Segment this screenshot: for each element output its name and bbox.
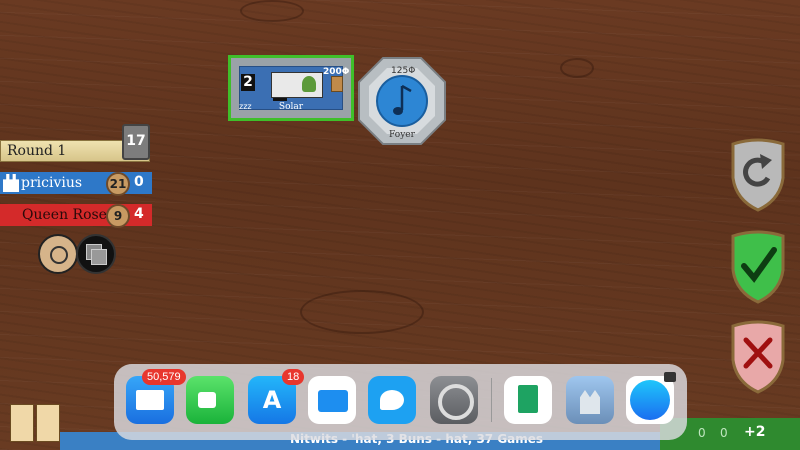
bird-icon	[380, 390, 404, 410]
room-tile-solar[interactable]: 2 2 200Φ Solar zzz	[228, 55, 354, 121]
score-zero: 0	[698, 426, 706, 440]
cancel-shield-button[interactable]	[730, 320, 786, 394]
window-icon	[664, 372, 676, 382]
player-count: 4	[134, 206, 144, 222]
mail-app-icon[interactable]: 50,579	[126, 369, 186, 424]
wood-knot	[300, 290, 424, 334]
round-label: Round 1	[7, 143, 67, 159]
undo-shield-button[interactable]	[730, 138, 786, 212]
castle-photo-icon	[580, 390, 600, 414]
facetime-app-icon[interactable]	[186, 376, 234, 424]
castle-icon	[3, 174, 19, 192]
coin-counter: 9	[106, 204, 130, 228]
folder-icon	[318, 390, 348, 412]
deck-token[interactable]	[76, 234, 116, 274]
player-count: 0	[134, 174, 144, 190]
room-badge: 2	[241, 74, 255, 91]
camera-icon	[198, 392, 216, 408]
check-icon	[731, 230, 785, 304]
cards-icon	[91, 249, 107, 265]
confirm-shield-button[interactable]	[730, 230, 786, 304]
settings-app-icon[interactable]	[430, 376, 478, 424]
wood-knot	[240, 0, 304, 22]
undo-icon	[731, 138, 785, 212]
score-zero: 0	[720, 426, 728, 440]
compass-icon	[50, 246, 68, 264]
app-dock: 50,579 A 18	[114, 364, 687, 440]
tree-icon	[302, 76, 316, 92]
app-badge: 50,579	[142, 369, 186, 385]
mini-card[interactable]	[10, 404, 34, 442]
room-cost: 125Φ	[391, 66, 416, 76]
player-name: pricivius	[21, 175, 83, 191]
room-icon-panel	[271, 72, 323, 98]
coin-counter: 21	[106, 172, 130, 196]
score-delta: +2	[744, 424, 766, 440]
mini-card[interactable]	[36, 404, 60, 442]
player-name: Queen Rose	[22, 207, 107, 223]
safari-app-icon[interactable]	[626, 372, 676, 424]
photo-app-icon[interactable]	[566, 376, 614, 424]
gear-icon	[438, 384, 474, 420]
x-icon	[731, 320, 785, 394]
room-label: Foyer	[389, 130, 415, 140]
spreadsheet-icon	[518, 385, 538, 413]
room-cost: 200Φ	[323, 67, 350, 77]
room-tile-foyer[interactable]: 125Φ Foyer	[357, 56, 447, 146]
door-icon	[331, 76, 343, 92]
turn-counter: 17	[122, 124, 150, 160]
app-store-glyph: A	[262, 386, 282, 414]
dock-divider	[491, 378, 492, 422]
app-badge: 18	[282, 369, 305, 385]
compass-token[interactable]	[38, 234, 78, 274]
twitter-app-icon[interactable]	[368, 376, 416, 424]
app-store-icon[interactable]: A 18	[248, 369, 305, 424]
sleep-icon: zzz	[239, 102, 252, 111]
envelope-icon	[136, 390, 164, 410]
files-app-icon[interactable]	[308, 376, 356, 424]
sheets-app-icon[interactable]	[504, 376, 552, 424]
wood-knot	[560, 58, 594, 78]
compass-icon	[630, 380, 670, 420]
